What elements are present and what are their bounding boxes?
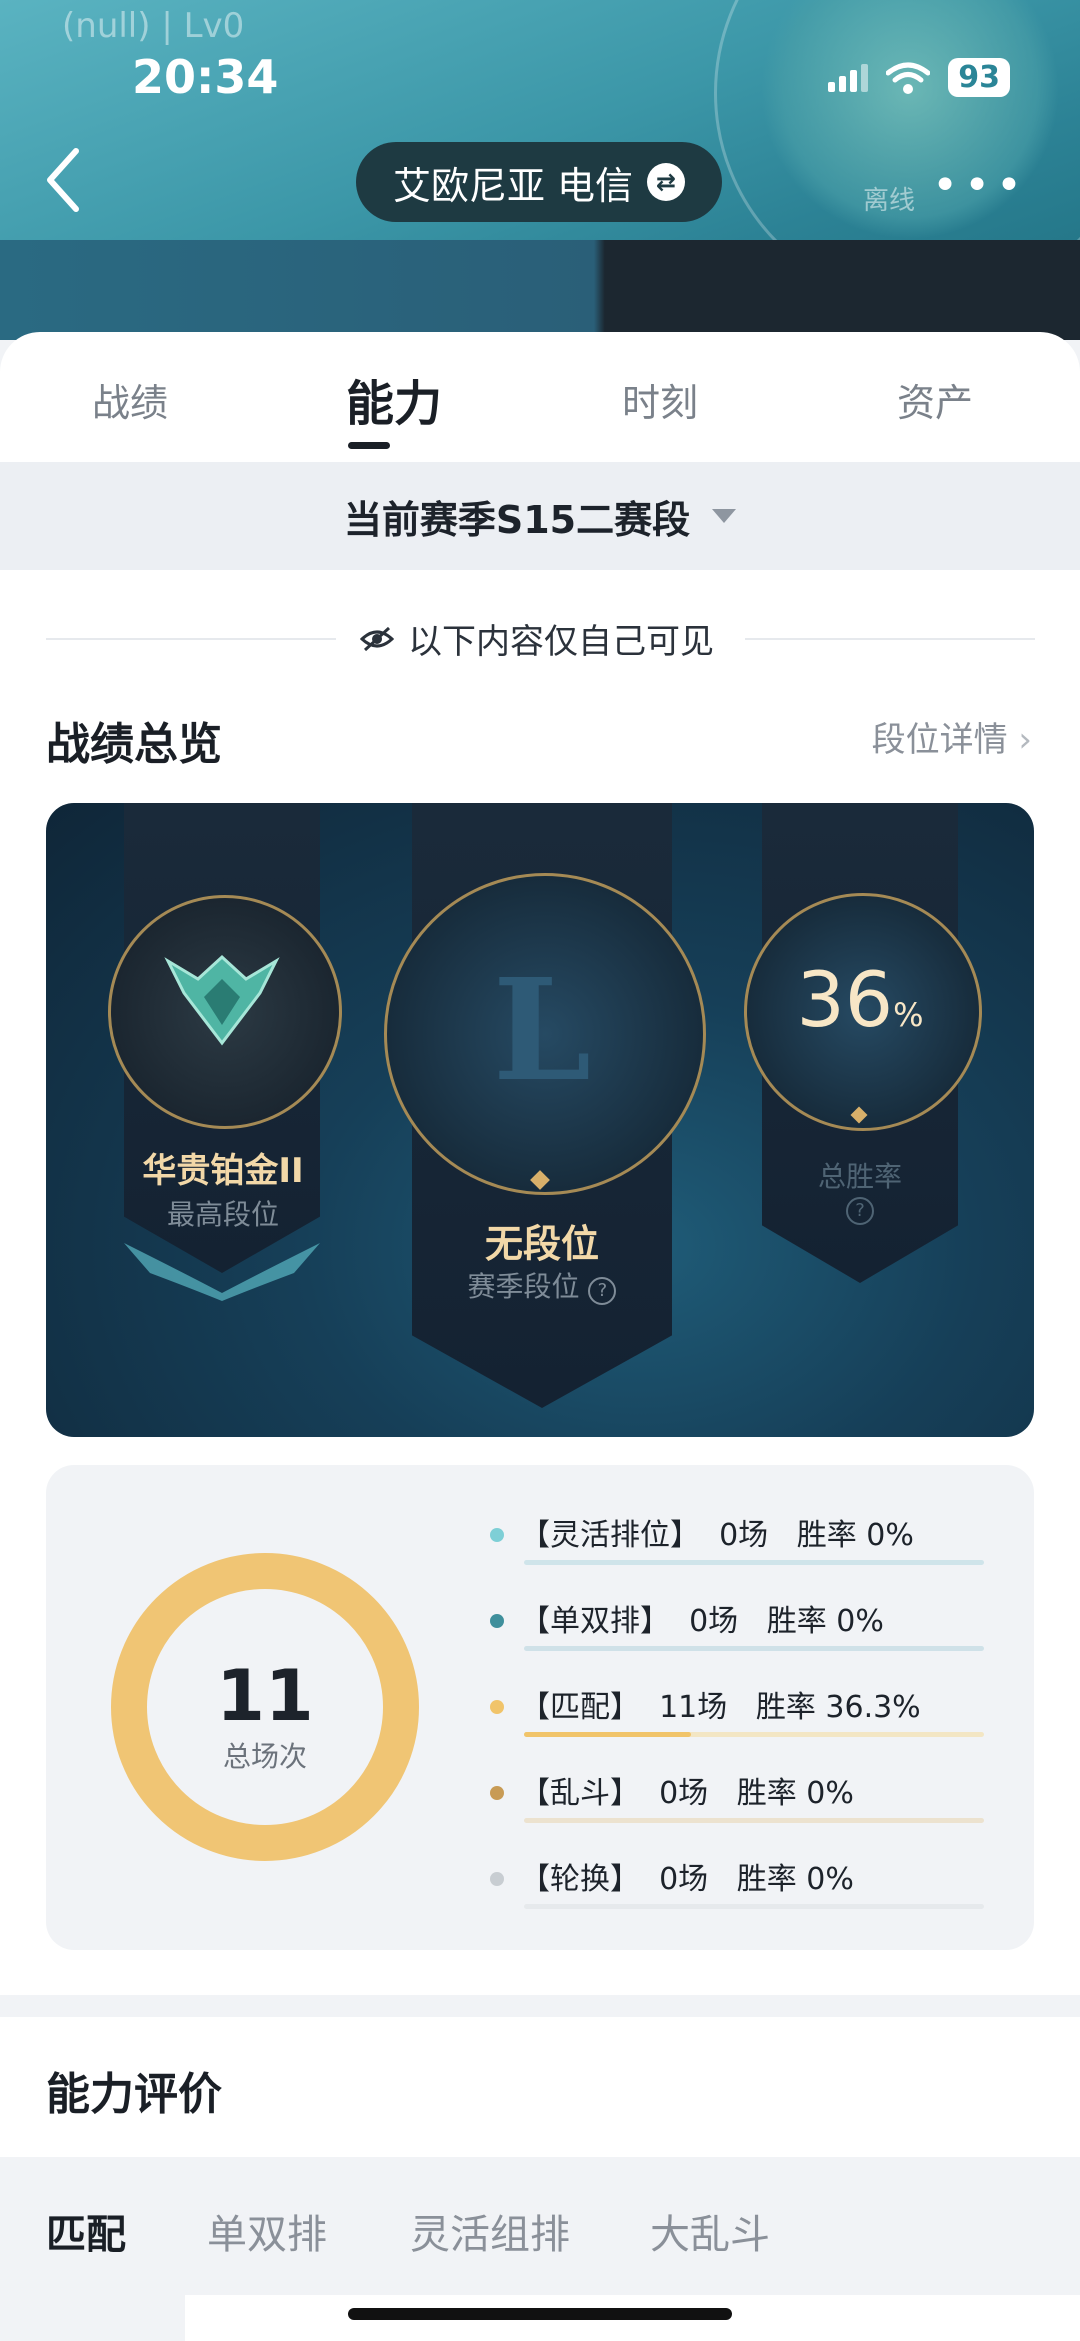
status-time: 20:34 (132, 50, 279, 104)
highest-rank-name: 华贵铂金II (142, 1151, 304, 1191)
subtab-aram[interactable]: 大乱斗 (650, 2202, 770, 2260)
mode-color-dot (490, 1872, 504, 1886)
mode-row: 【单双排】 0场 胜率 0% (490, 1596, 988, 1656)
chevron-right-icon: › (1018, 720, 1032, 760)
mode-stat-text: 【轮换】 0场 胜率 0% (520, 1862, 854, 1897)
winrate-unit: % (893, 996, 924, 1034)
season-rank-label-row: 赛季段位 ? (412, 1265, 672, 1305)
mode-stat-text: 【单双排】 0场 胜率 0% (520, 1604, 884, 1639)
subtab-match[interactable]: 匹配 (46, 2202, 126, 2260)
dropdown-arrow-icon (712, 509, 737, 523)
back-arrow-icon[interactable] (40, 145, 90, 215)
highest-rank-label: 最高段位 (166, 1198, 279, 1231)
mode-progress-bar (524, 1904, 984, 1909)
rank-card[interactable]: 华贵铂金II 最高段位 L 无段位 赛季段位 ? 36% 总胜率 ? (46, 803, 1034, 1437)
swap-icon: ⇄ (647, 163, 686, 201)
battery-indicator: 93 (948, 58, 1010, 97)
mode-progress-bar (524, 1560, 984, 1565)
platinum-wing-icon (124, 1243, 320, 1301)
mode-color-dot (490, 1614, 504, 1628)
mode-stat-text: 【灵活排位】 0场 胜率 0% (520, 1518, 914, 1553)
winrate-help[interactable]: ? (762, 1197, 958, 1225)
privacy-note: 以下内容仅自己可见 (360, 614, 714, 663)
winrate-label: 总胜率 (817, 1160, 902, 1193)
subtab-ranked-solo[interactable]: 单双排 (207, 2202, 327, 2260)
total-matches-label: 总场次 (222, 1740, 307, 1773)
platinum-emblem-icon (164, 954, 280, 1046)
tab-moments[interactable]: 时刻 (622, 372, 698, 427)
home-indicator[interactable] (348, 2308, 732, 2320)
subtab-flex[interactable]: 灵活组排 (410, 2202, 570, 2260)
mode-progress-bar (524, 1646, 984, 1651)
mode-row: 【匹配】 11场 胜率 36.3% (490, 1682, 988, 1742)
offline-status: 离线 (862, 186, 915, 216)
lol-logo: L (492, 949, 592, 1113)
mode-color-dot (490, 1786, 504, 1800)
mode-progress-bar (524, 1732, 984, 1737)
rank-detail-link[interactable]: 段位详情 › (872, 712, 1032, 761)
section-gap (0, 1995, 1080, 2017)
divider (46, 638, 336, 640)
decor-stripe (0, 240, 1080, 340)
mode-color-dot (490, 1700, 504, 1714)
tab-ability[interactable]: 能力 (346, 364, 442, 434)
mode-color-dot (490, 1528, 504, 1542)
ability-title: 能力评价 (46, 2069, 222, 2120)
tab-active-indicator (348, 442, 390, 449)
winrate-value-row: 36% (744, 955, 976, 1044)
signal-icon (828, 63, 869, 92)
mode-stat-text: 【匹配】 11场 胜率 36.3% (520, 1690, 921, 1725)
mode-row: 【灵活排位】 0场 胜率 0% (490, 1510, 988, 1570)
overview-title: 战绩总览 (46, 719, 222, 770)
more-icon[interactable]: ••• (932, 160, 1028, 211)
help-icon[interactable]: ? (588, 1277, 617, 1305)
server-switch-button[interactable]: 艾欧尼亚 电信 ⇄ (356, 142, 722, 222)
wifi-icon (886, 62, 931, 94)
season-rank-label: 赛季段位 (467, 1270, 580, 1303)
help-icon: ? (846, 1197, 874, 1225)
main-tabs: 战绩 能力 时刻 资产 (0, 332, 1080, 462)
mode-row: 【乱斗】 0场 胜率 0% (490, 1768, 988, 1828)
mode-progress-fill (524, 1732, 691, 1737)
account-level-label: (null) | Lv0 (62, 6, 245, 46)
total-matches: 11 (216, 1655, 314, 1737)
tab-assets[interactable]: 资产 (897, 372, 973, 427)
winrate-value: 36 (796, 955, 894, 1044)
mode-row: 【轮换】 0场 胜率 0% (490, 1854, 988, 1914)
status-icons: 93 (828, 58, 1010, 97)
server-label: 艾欧尼亚 电信 (392, 163, 634, 208)
divider (745, 638, 1035, 640)
season-label: 当前赛季S15二赛段 (343, 497, 691, 542)
mode-stat-text: 【乱斗】 0场 胜率 0% (520, 1776, 854, 1811)
mode-progress-bar (524, 1818, 984, 1823)
season-rank-name: 无段位 (484, 1222, 599, 1266)
privacy-note-text: 以下内容仅自己可见 (408, 622, 714, 662)
season-selector[interactable]: 当前赛季S15二赛段 (0, 462, 1080, 570)
hidden-eye-icon (360, 626, 394, 651)
tab-record[interactable]: 战绩 (92, 372, 168, 427)
rank-detail-label: 段位详情 (871, 720, 1008, 760)
